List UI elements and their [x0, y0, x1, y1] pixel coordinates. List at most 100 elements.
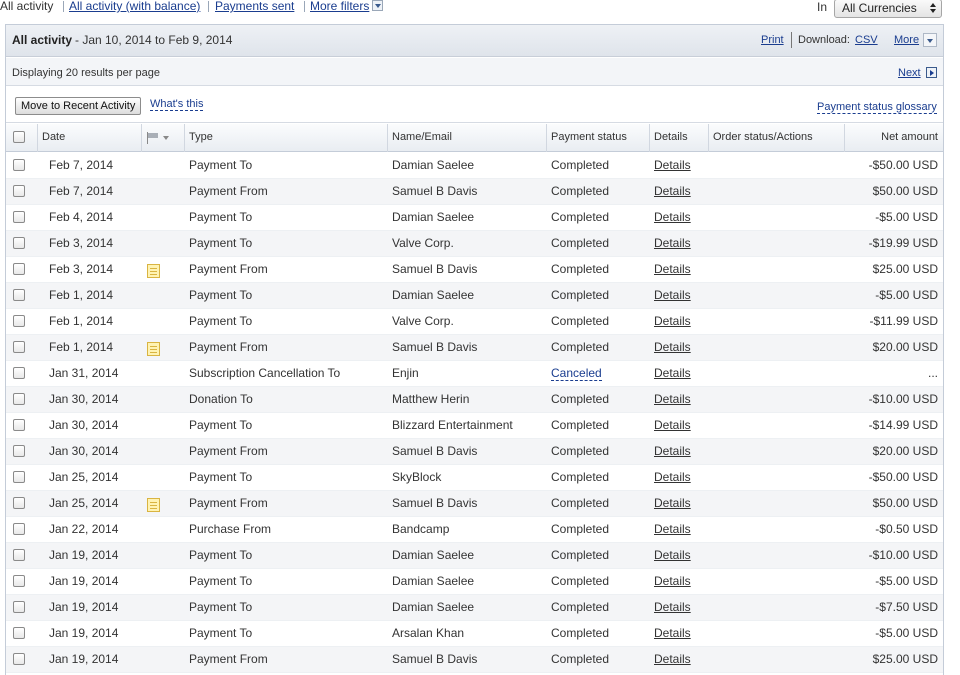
filter-tab-all-activity-balance[interactable]: All activity (with balance) [69, 0, 200, 13]
note-icon[interactable] [147, 264, 160, 278]
row-checkbox[interactable] [13, 653, 25, 665]
row-details-link[interactable]: Details [654, 543, 691, 569]
row-checkbox[interactable] [13, 211, 25, 223]
row-name: Matthew Herin [392, 392, 470, 406]
row-checkbox[interactable] [13, 341, 25, 353]
row-status: Completed [551, 626, 610, 640]
csv-download-link[interactable]: CSV [855, 34, 878, 46]
row-details-link[interactable]: Details [654, 439, 691, 465]
row-checkbox[interactable] [13, 185, 25, 197]
whats-this-link[interactable]: What's this [150, 98, 204, 111]
next-arrow-icon[interactable] [926, 67, 937, 78]
row-details-link[interactable]: Details [654, 465, 691, 491]
row-checkbox[interactable] [13, 601, 25, 613]
row-checkbox[interactable] [13, 575, 25, 587]
table-row: Feb 3, 2014 Payment From Samuel B Davis Com… [6, 257, 943, 283]
row-checkbox[interactable] [13, 419, 25, 431]
row-type: Payment From [189, 262, 268, 276]
column-header-details: Details [649, 124, 708, 152]
row-details-link[interactable]: Details [654, 517, 691, 543]
column-header-date[interactable]: Date [37, 124, 141, 152]
table-row: Feb 1, 2014 Payment To Damian Saelee Comple… [6, 283, 943, 309]
move-to-recent-activity-button[interactable]: Move to Recent Activity [15, 97, 142, 115]
row-status: Completed [551, 548, 610, 562]
row-details-link[interactable]: Details [654, 205, 691, 231]
note-icon[interactable] [147, 342, 160, 356]
chevron-down-icon[interactable] [372, 0, 384, 11]
row-details-link[interactable]: Details [654, 361, 691, 387]
row-status[interactable]: Canceled [551, 366, 602, 381]
results-per-page-text: Displaying 20 results per page [12, 67, 160, 79]
row-checkbox[interactable] [13, 497, 25, 509]
row-checkbox[interactable] [13, 627, 25, 639]
row-details-link[interactable]: Details [654, 491, 691, 517]
row-details-link[interactable]: Details [654, 309, 691, 335]
row-date: Jan 30, 2014 [49, 444, 119, 458]
row-details-link[interactable]: Details [654, 621, 691, 647]
row-details-link[interactable]: Details [654, 647, 691, 673]
select-all-cell [6, 124, 37, 152]
filter-tab-payments-sent[interactable]: Payments sent [215, 0, 294, 13]
row-checkbox[interactable] [13, 237, 25, 249]
date-range: - Jan 10, 2014 to Feb 9, 2014 [75, 33, 233, 47]
row-details-link[interactable]: Details [654, 387, 691, 413]
row-checkbox[interactable] [13, 289, 25, 301]
table-row: Jan 31, 2014 Subscription Cancellation To… [6, 361, 943, 387]
row-checkbox[interactable] [13, 445, 25, 457]
row-net-amount: -$50.00 USD [868, 158, 938, 172]
row-status: Completed [551, 470, 610, 484]
row-checkbox[interactable] [13, 315, 25, 327]
row-status: Completed [551, 158, 610, 172]
table-row: Jan 30, 2014 Payment From Samuel B Davis Co… [6, 439, 943, 465]
row-checkbox[interactable] [13, 393, 25, 405]
flag-icon [147, 132, 169, 144]
row-checkbox[interactable] [13, 263, 25, 275]
currency-select[interactable]: All Currencies [834, 0, 942, 18]
row-details-link[interactable]: Details [654, 335, 691, 361]
row-details-link[interactable]: Details [654, 179, 691, 205]
more-filters-dropdown[interactable]: More filters [310, 0, 384, 13]
chevron-down-icon[interactable] [923, 33, 937, 47]
column-header-flag[interactable] [141, 124, 184, 152]
row-details-link[interactable]: Details [654, 153, 691, 179]
next-page-link[interactable]: Next [898, 67, 921, 79]
row-status-link[interactable]: Canceled [551, 361, 602, 387]
row-details-link[interactable]: Details [654, 595, 691, 621]
row-date: Jan 30, 2014 [49, 392, 119, 406]
payment-status-glossary-link[interactable]: Payment status glossary [817, 101, 937, 114]
row-checkbox[interactable] [13, 159, 25, 171]
more-filters-label[interactable]: More filters [310, 0, 369, 13]
column-header-status[interactable]: Payment status [546, 124, 649, 152]
row-name: Samuel B Davis [392, 184, 478, 198]
row-type: Payment From [189, 184, 268, 198]
row-details-link[interactable]: Details [654, 569, 691, 595]
select-all-checkbox[interactable] [13, 131, 25, 143]
row-date: Jan 19, 2014 [49, 652, 119, 666]
row-type: Payment To [189, 288, 253, 302]
row-checkbox[interactable] [13, 471, 25, 483]
row-status: Completed [551, 652, 610, 666]
row-net-amount: $50.00 USD [872, 184, 938, 198]
row-name: Valve Corp. [392, 236, 454, 250]
table-row: Jan 19, 2014 Payment To Arsalan Khan Comple… [6, 621, 943, 647]
column-header-net-amount[interactable]: Net amount [844, 124, 943, 152]
row-details-link[interactable]: Details [654, 413, 691, 439]
column-header-type[interactable]: Type [184, 124, 387, 152]
pagination-bar: Displaying 20 results per page Next [6, 58, 943, 86]
row-details-link[interactable]: Details [654, 283, 691, 309]
row-checkbox[interactable] [13, 523, 25, 535]
more-link[interactable]: More [894, 34, 919, 46]
row-checkbox[interactable] [13, 549, 25, 561]
column-header-name[interactable]: Name/Email [387, 124, 546, 152]
row-details-link[interactable]: Details [654, 257, 691, 283]
print-link[interactable]: Print [761, 34, 784, 46]
row-checkbox[interactable] [13, 367, 25, 379]
row-type: Payment From [189, 340, 268, 354]
table-header: Date Type Name/Email Payment status Deta… [6, 124, 943, 152]
note-icon[interactable] [147, 498, 160, 512]
row-details-link[interactable]: Details [654, 231, 691, 257]
filter-tab-all-activity[interactable]: All activity [0, 0, 53, 13]
row-net-amount: $20.00 USD [872, 340, 938, 354]
row-net-amount: -$11.99 USD [869, 314, 938, 328]
row-status: Completed [551, 288, 610, 302]
